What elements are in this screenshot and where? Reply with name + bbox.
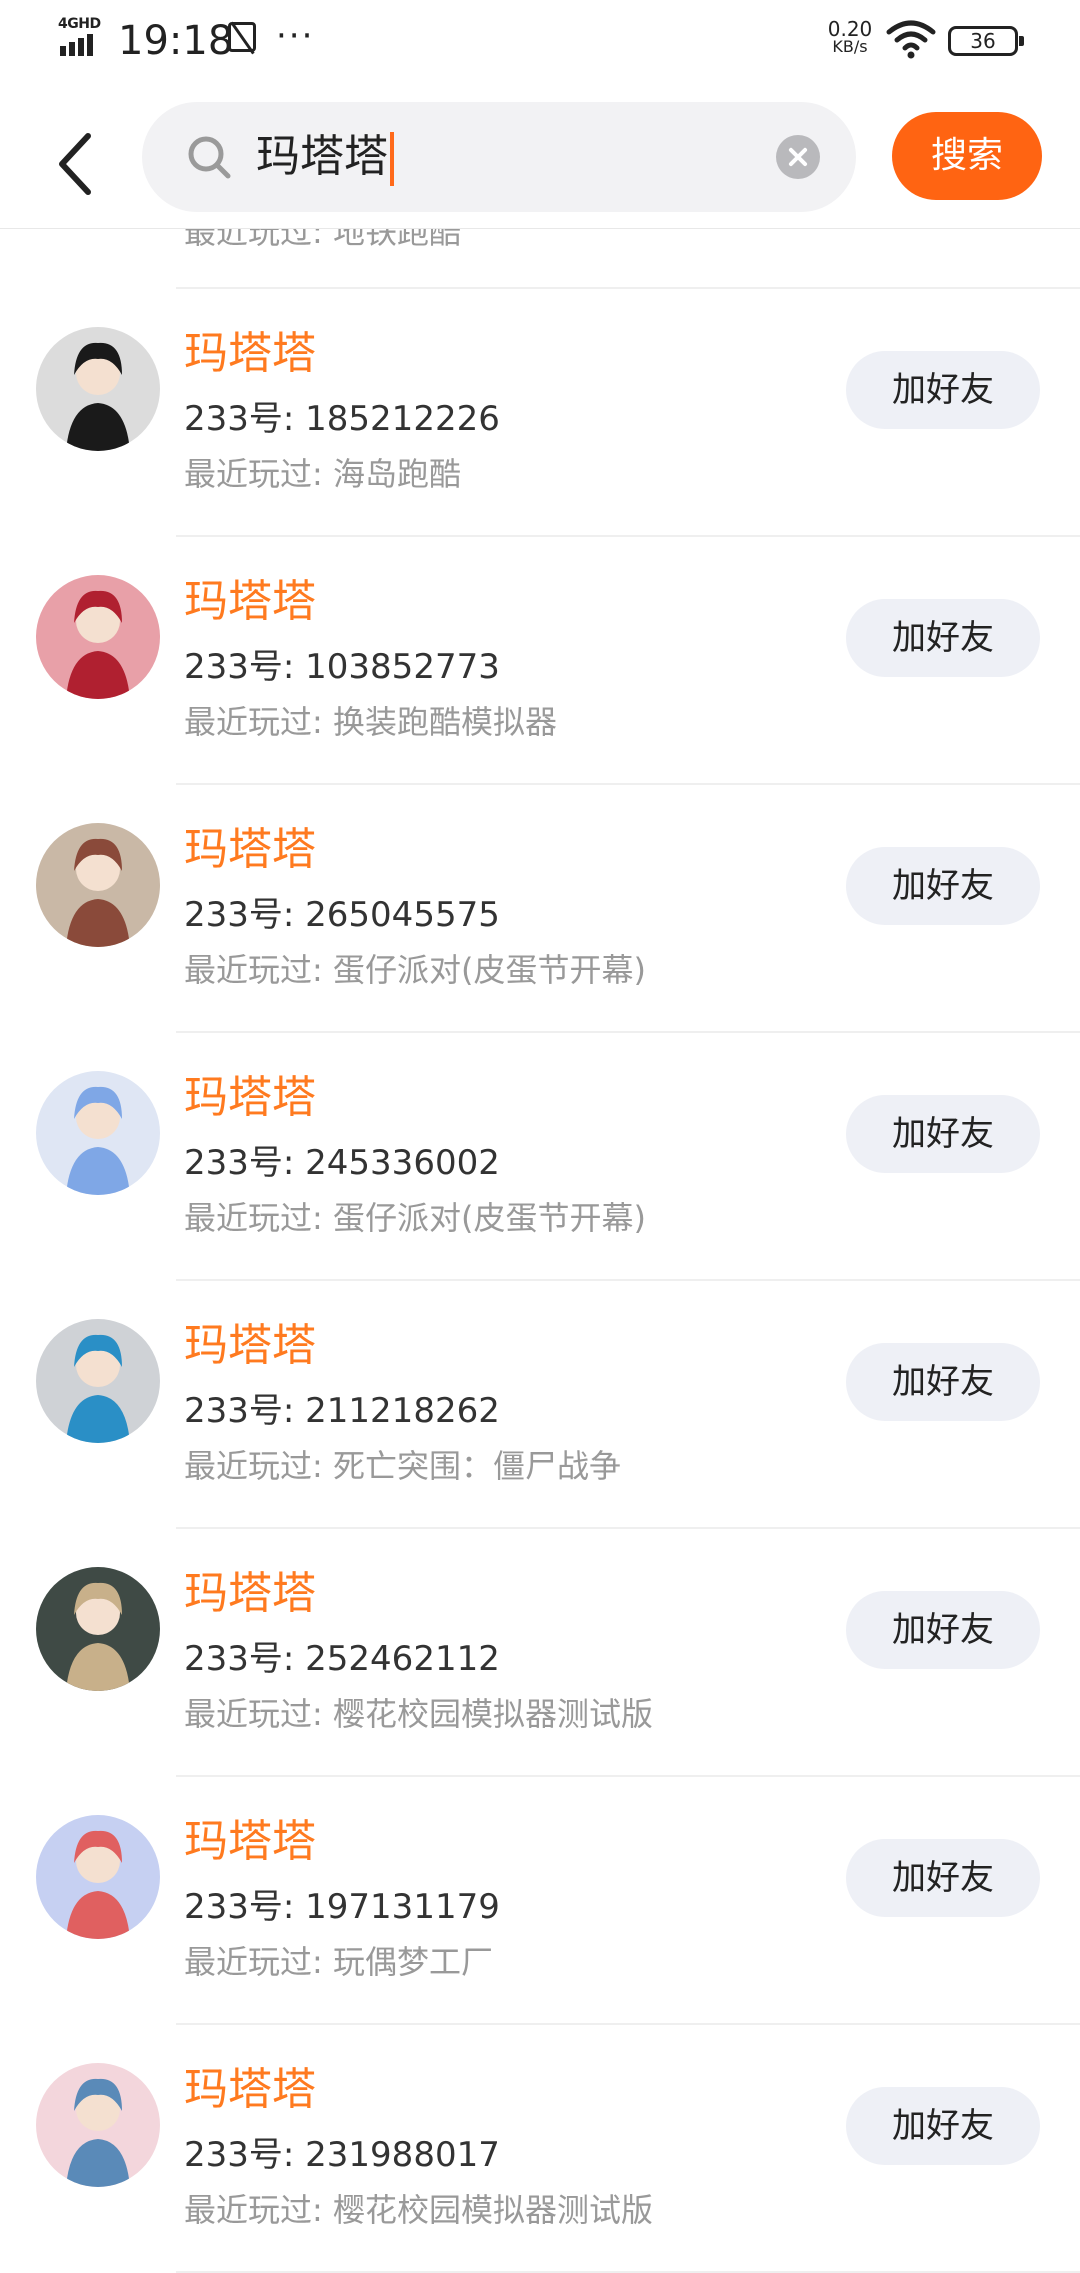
avatar-image: [36, 575, 160, 699]
search-icon: [188, 136, 231, 179]
status-bar: 4GHD 19:18 ··· 0.20 KB/s 36: [0, 0, 1080, 88]
clear-icon[interactable]: [776, 135, 820, 179]
avatar-image: [36, 1815, 160, 1939]
network-speed: 0.20 KB/s: [827, 17, 873, 56]
list-item[interactable]: 玛塔塔 233号: 197131179 最近玩过: 玩偶梦工厂 加好友: [0, 1777, 1080, 2025]
avatar[interactable]: [36, 2063, 160, 2187]
clock: 19:18: [118, 18, 234, 64]
search-button[interactable]: 搜索: [892, 112, 1042, 200]
add-friend-button[interactable]: 加好友: [846, 2087, 1040, 2165]
recently-played: 最近玩过: 玩偶梦工厂: [184, 1943, 493, 1981]
search-results-list[interactable]: 最近玩过: 地铁跑酷 玛塔塔 233号: 185212226 最近玩过: 海岛跑…: [0, 229, 1080, 2273]
user-id: 233号: 197131179: [184, 1887, 500, 1927]
user-id: 233号: 103852773: [184, 647, 500, 687]
list-item[interactable]: 玛塔塔 233号: 245336002 最近玩过: 蛋仔派对(皮蛋节开幕) 加好…: [0, 1033, 1080, 1281]
recently-played: 最近玩过: 樱花校园模拟器测试版: [184, 2191, 653, 2229]
add-friend-button[interactable]: 加好友: [846, 599, 1040, 677]
more-icon: ···: [276, 16, 315, 56]
add-friend-button[interactable]: 加好友: [846, 847, 1040, 925]
user-id: 233号: 265045575: [184, 895, 500, 935]
list-item[interactable]: 玛塔塔 233号: 252462112 最近玩过: 樱花校园模拟器测试版 加好友: [0, 1529, 1080, 1777]
user-name[interactable]: 玛塔塔: [184, 1319, 316, 1373]
text-cursor: [390, 132, 394, 186]
list-item-partial: 最近玩过: 地铁跑酷: [176, 229, 1080, 289]
add-friend-button[interactable]: 加好友: [846, 1095, 1040, 1173]
add-friend-button[interactable]: 加好友: [846, 1343, 1040, 1421]
wifi-icon: [886, 20, 936, 59]
add-friend-button[interactable]: 加好友: [846, 351, 1040, 429]
network-type: 4GHD: [58, 16, 101, 32]
list-item[interactable]: 玛塔塔 233号: 185212226 最近玩过: 海岛跑酷 加好友: [0, 289, 1080, 537]
user-name[interactable]: 玛塔塔: [184, 575, 316, 629]
battery-icon: 36: [948, 26, 1024, 56]
user-id: 233号: 211218262: [184, 1391, 500, 1431]
avatar-image: [36, 1567, 160, 1691]
list-item[interactable]: 玛塔塔 233号: 103852773 最近玩过: 换装跑酷模拟器 加好友: [0, 537, 1080, 785]
search-query[interactable]: 玛塔塔: [256, 128, 394, 186]
no-sim-icon: [228, 22, 256, 52]
user-name[interactable]: 玛塔塔: [184, 327, 316, 381]
user-name[interactable]: 玛塔塔: [184, 2063, 316, 2117]
list-item[interactable]: 玛塔塔 233号: 265045575 最近玩过: 蛋仔派对(皮蛋节开幕) 加好…: [0, 785, 1080, 1033]
avatar-image: [36, 327, 160, 451]
search-header: 玛塔塔 搜索: [0, 88, 1080, 229]
user-name[interactable]: 玛塔塔: [184, 1815, 316, 1869]
avatar[interactable]: [36, 327, 160, 451]
avatar[interactable]: [36, 575, 160, 699]
avatar-image: [36, 1071, 160, 1195]
back-arrow-icon[interactable]: [48, 124, 108, 204]
list-item[interactable]: 玛塔塔 233号: 231988017 最近玩过: 樱花校园模拟器测试版 加好友: [0, 2025, 1080, 2273]
user-id: 233号: 231988017: [184, 2135, 500, 2175]
recently-played: 最近玩过: 换装跑酷模拟器: [184, 703, 557, 741]
list-item[interactable]: 玛塔塔 233号: 211218262 最近玩过: 死亡突围：僵尸战争 加好友: [0, 1281, 1080, 1529]
user-name[interactable]: 玛塔塔: [184, 1567, 316, 1621]
avatar-image: [36, 1319, 160, 1443]
avatar[interactable]: [36, 1815, 160, 1939]
user-id: 233号: 185212226: [184, 399, 500, 439]
signal-icon: [60, 34, 96, 56]
search-input[interactable]: 玛塔塔: [142, 102, 856, 212]
avatar[interactable]: [36, 1071, 160, 1195]
recently-played: 最近玩过: 海岛跑酷: [184, 455, 461, 493]
user-name[interactable]: 玛塔塔: [184, 1071, 316, 1125]
user-id: 233号: 252462112: [184, 1639, 500, 1679]
avatar[interactable]: [36, 1319, 160, 1443]
add-friend-button[interactable]: 加好友: [846, 1591, 1040, 1669]
recently-played: 最近玩过: 蛋仔派对(皮蛋节开幕): [184, 1199, 646, 1237]
user-id: 233号: 245336002: [184, 1143, 500, 1183]
user-name[interactable]: 玛塔塔: [184, 823, 316, 877]
recently-played: 最近玩过: 蛋仔派对(皮蛋节开幕): [184, 951, 646, 989]
avatar[interactable]: [36, 823, 160, 947]
avatar[interactable]: [36, 1567, 160, 1691]
avatar-image: [36, 2063, 160, 2187]
add-friend-button[interactable]: 加好友: [846, 1839, 1040, 1917]
recently-played: 最近玩过: 死亡突围：僵尸战争: [184, 1447, 621, 1485]
recently-played: 最近玩过: 樱花校园模拟器测试版: [184, 1695, 653, 1733]
avatar-image: [36, 823, 160, 947]
